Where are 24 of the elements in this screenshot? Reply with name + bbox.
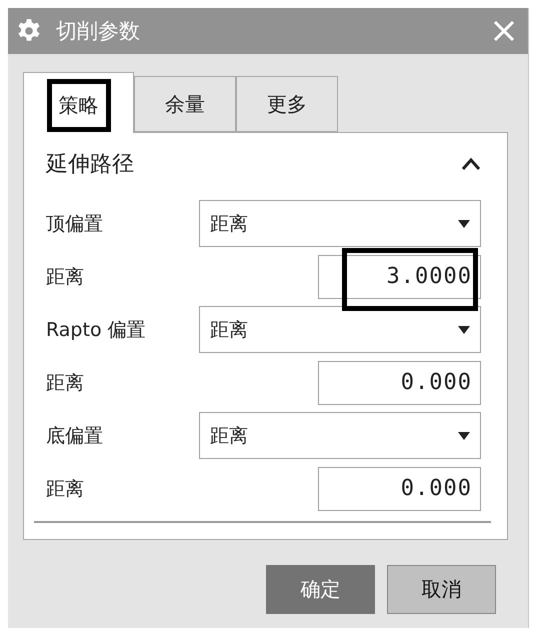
section-title: 延伸路径 — [46, 151, 134, 179]
input-field[interactable]: 3.0000 — [318, 254, 481, 298]
field-label: 底偏置 — [46, 424, 104, 448]
field-label: 顶偏置 — [46, 212, 104, 236]
input-field[interactable]: 0.000 — [318, 360, 481, 404]
field-label: Rapto 偏置 — [46, 318, 147, 342]
ok-button[interactable]: 确定 — [266, 565, 375, 614]
input-field[interactable]: 0.000 — [318, 466, 481, 510]
field-label: 距离 — [46, 476, 85, 502]
collapse-icon[interactable] — [461, 157, 481, 171]
caret-icon — [458, 220, 470, 228]
field-label: 距离 — [46, 264, 85, 290]
dropdown[interactable]: 距离 — [199, 200, 481, 247]
caret-icon — [458, 326, 470, 334]
dropdown[interactable]: 距离 — [199, 306, 481, 353]
window-title: 切削参数 — [56, 18, 141, 45]
tab[interactable]: 余量 — [134, 76, 236, 132]
tab[interactable]: 更多 — [236, 76, 338, 132]
caret-icon — [458, 432, 470, 440]
field-label: 距离 — [46, 370, 85, 396]
gear-icon — [16, 18, 42, 44]
cancel-button[interactable]: 取消 — [387, 565, 496, 614]
tab[interactable]: 策略 — [23, 72, 134, 133]
dropdown[interactable]: 距离 — [199, 412, 481, 459]
